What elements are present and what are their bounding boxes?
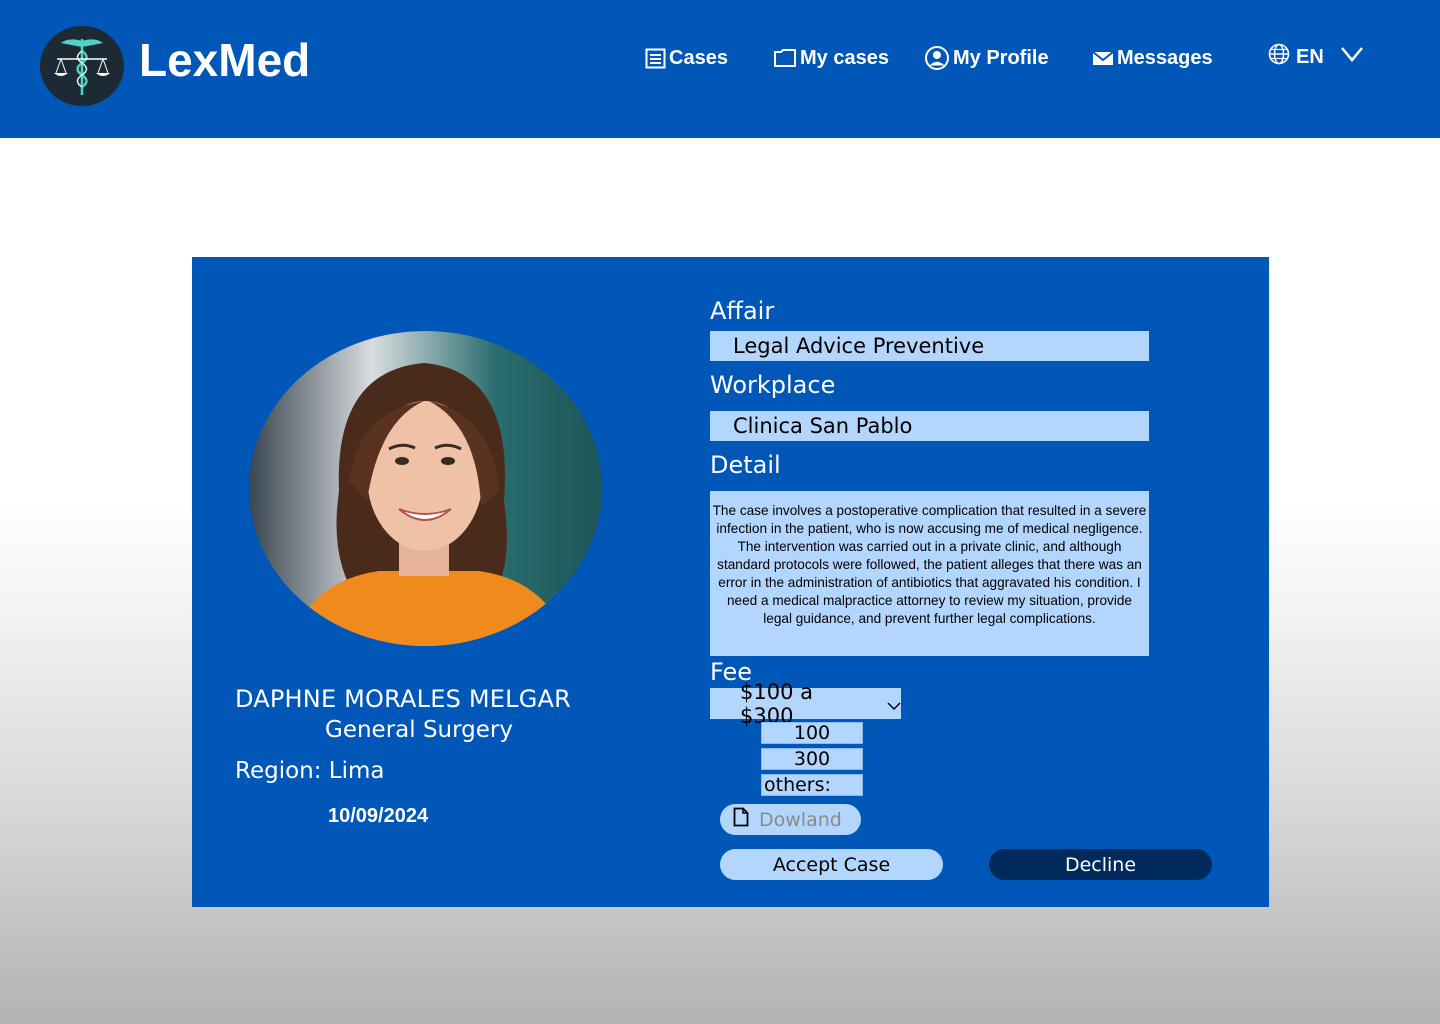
doctor-photo: [249, 331, 602, 646]
chevron-down-icon: [887, 692, 901, 716]
doctor-name: DAPHNE MORALES MELGAR: [235, 685, 571, 713]
envelope-icon: [1092, 50, 1114, 66]
affair-label: Affair: [710, 297, 775, 325]
fee-option-300[interactable]: 300: [761, 748, 863, 770]
nav-messages[interactable]: Messages: [1092, 44, 1213, 72]
nav-my-profile-label: My Profile: [953, 46, 1049, 69]
nav-cases[interactable]: Cases: [645, 44, 728, 72]
fee-option-100[interactable]: 100: [761, 722, 863, 744]
decline-button[interactable]: Decline: [989, 849, 1212, 880]
language-selector[interactable]: EN: [1268, 42, 1364, 72]
chevron-down-icon: [1340, 45, 1364, 69]
case-date: 10/09/2024: [328, 805, 429, 827]
accept-case-button[interactable]: Accept Case: [720, 849, 943, 880]
brand-name[interactable]: LexMed: [139, 32, 310, 88]
case-card: DAPHNE MORALES MELGAR General Surgery Re…: [192, 257, 1269, 907]
nav-cases-label: Cases: [669, 46, 728, 69]
workplace-field[interactable]: Clinica San Pablo: [710, 411, 1149, 441]
logo-icon[interactable]: [40, 26, 124, 106]
doctor-region: Region: Lima: [235, 758, 385, 784]
detail-text[interactable]: The case involves a postoperative compli…: [710, 491, 1149, 656]
workplace-label: Workplace: [710, 371, 836, 399]
globe-icon: [1268, 43, 1290, 71]
affair-field[interactable]: Legal Advice Preventive: [710, 331, 1149, 361]
fee-option-others[interactable]: others:: [761, 774, 863, 796]
user-circle-icon: [924, 45, 950, 71]
download-button[interactable]: Dowland: [720, 804, 861, 835]
nav-my-profile[interactable]: My Profile: [924, 44, 1049, 72]
fee-selected-value: $100 a $300: [740, 679, 813, 728]
top-navbar: LexMed Cases My cases My Profile Message…: [0, 0, 1440, 138]
detail-label: Detail: [710, 451, 781, 479]
file-icon: [733, 807, 749, 832]
nav-my-cases[interactable]: My cases: [773, 44, 889, 72]
nav-messages-label: Messages: [1117, 46, 1213, 69]
doctor-specialty: General Surgery: [325, 717, 513, 743]
fee-select[interactable]: $100 a $300: [710, 680, 901, 728]
language-label: EN: [1296, 45, 1324, 68]
nav-my-cases-label: My cases: [800, 46, 889, 69]
folder-icon: [773, 48, 797, 68]
list-icon: [645, 48, 666, 69]
download-label: Dowland: [759, 808, 842, 831]
